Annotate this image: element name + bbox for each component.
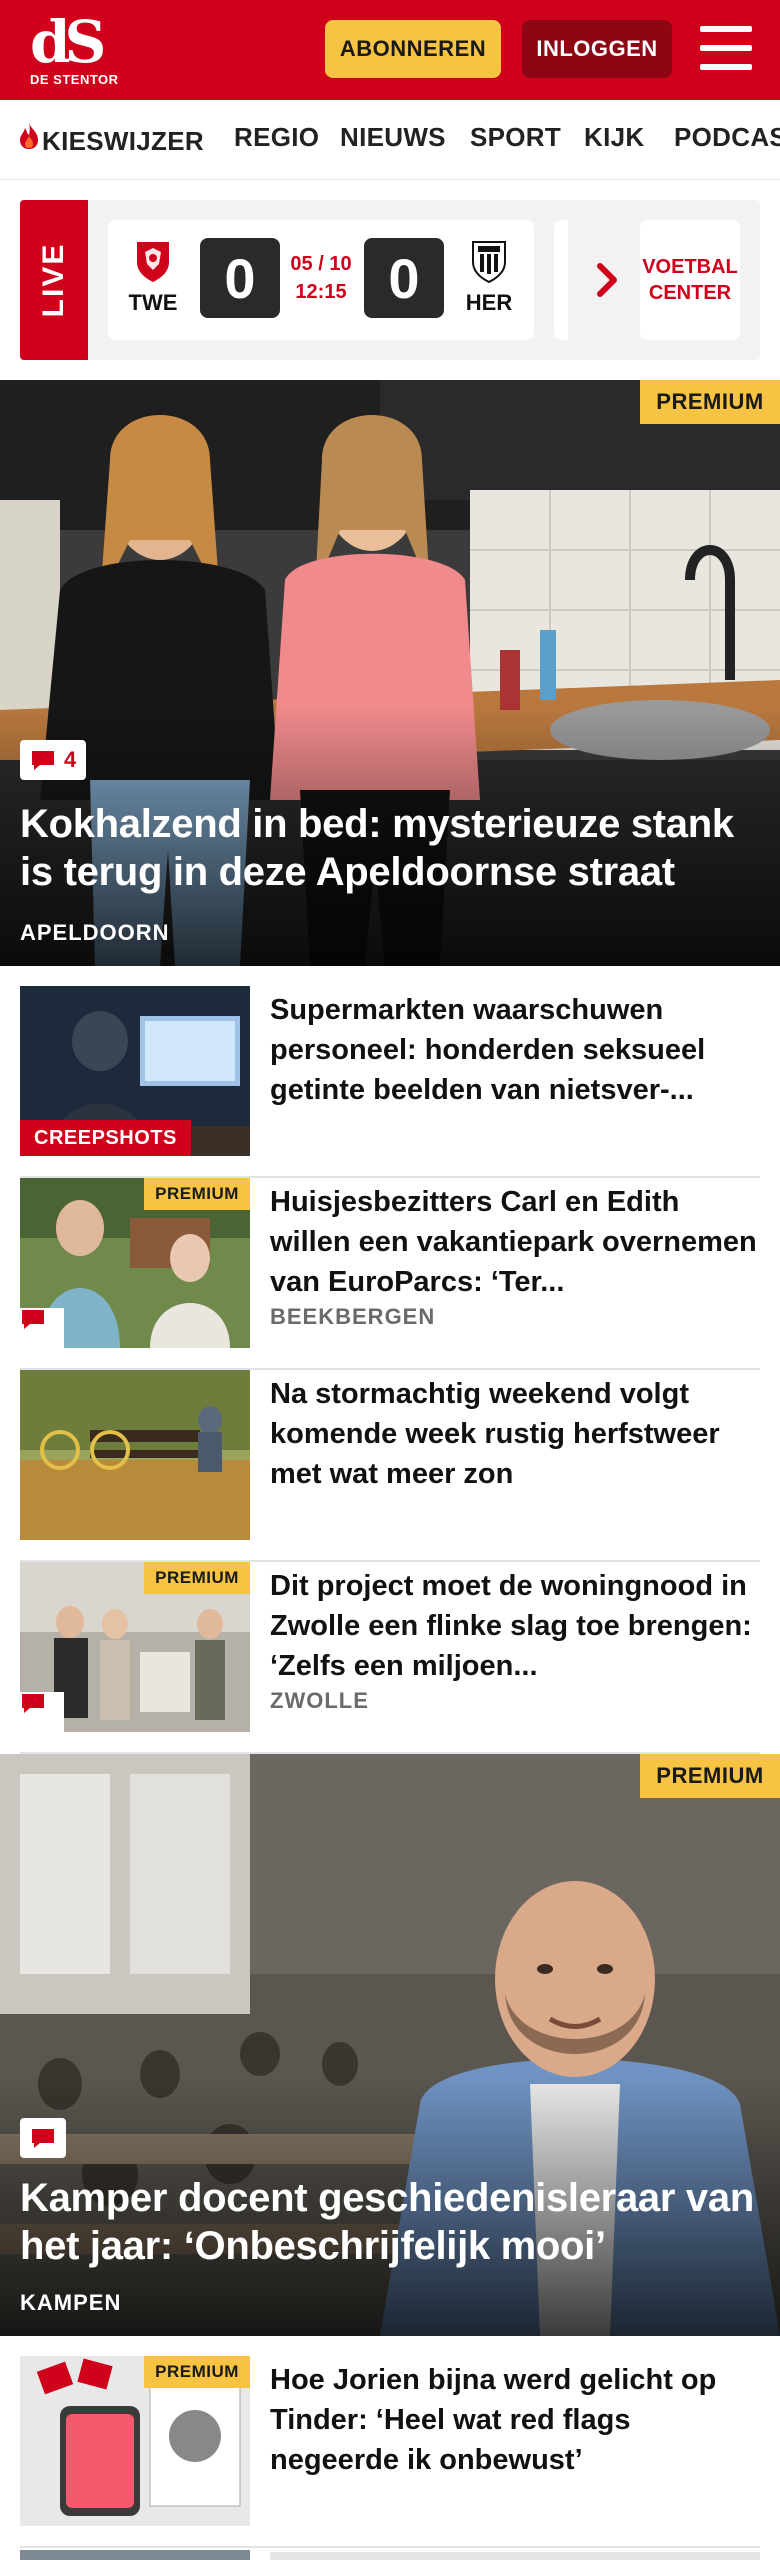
flame-icon [18, 122, 40, 157]
match-time: 12:15 [295, 281, 347, 303]
nav-item-kieswijzer[interactable]: KIESWIJZER [18, 122, 204, 157]
comment-icon [32, 751, 54, 770]
article-thumbnail [20, 1370, 250, 1540]
next-match-card[interactable] [554, 220, 568, 340]
home-team: TWE [118, 238, 188, 316]
article-title[interactable]: Huisjesbezitters Carl en Edith willen ee… [270, 1182, 760, 1302]
twente-crest-icon [133, 238, 173, 284]
chevron-right-icon[interactable] [588, 256, 628, 304]
comment-count-badge[interactable]: 4 [20, 740, 87, 780]
premium-badge: PREMIUM [144, 1178, 250, 1210]
article-thumbnail: CREEPSHOTS [20, 986, 250, 1156]
comment-count: 4 [64, 747, 77, 772]
hero-location: KAMPEN [20, 2290, 122, 2315]
article-title[interactable]: Supermarkten waarschuwen personeel: hond… [270, 990, 760, 1110]
hero-article-1[interactable]: PREMIUM 4 Kokhalzend in bed: mysterieuze… [0, 380, 780, 966]
heracles-crest-icon [469, 238, 509, 284]
nav-item-sport[interactable]: SPORT [470, 122, 561, 153]
site-header: dS DE STENTOR ABONNEREN INLOGGEN [0, 0, 780, 100]
nav-item-kijk[interactable]: KIJK [584, 122, 644, 153]
hero-headline[interactable]: Kokhalzend in bed: mysterieuze stank is … [20, 800, 760, 896]
article-thumbnail: PREMIUM [20, 1562, 250, 1732]
list-item[interactable]: PREMIUM Huisjesbezitters Carl en Edith w… [20, 1178, 760, 1370]
away-team-code: HER [465, 290, 513, 315]
list-item[interactable]: PREMIUM Hoe Jorien bijna werd gelicht op… [20, 2356, 760, 2548]
article-title[interactable]: Dit project moet de woningnood in Zwolle… [270, 1566, 760, 1686]
nav-item-podcasts[interactable]: PODCAS [674, 122, 780, 153]
hero-location: APELDOORN [20, 920, 170, 945]
comment-icon[interactable] [20, 1308, 64, 1348]
nav-item-regio[interactable]: REGIO [234, 122, 319, 153]
comment-icon[interactable] [20, 2118, 66, 2158]
match-date: 05 / 10 [290, 253, 352, 275]
premium-badge: PREMIUM [144, 1562, 250, 1594]
login-button[interactable]: INLOGGEN [522, 20, 672, 78]
subscribe-button[interactable]: ABONNEREN [325, 20, 501, 78]
away-score: 0 [364, 238, 444, 318]
article-title[interactable]: Hoe Jorien bijna werd gelicht op Tinder:… [270, 2360, 760, 2480]
comment-icon[interactable] [20, 1692, 64, 1732]
list-item[interactable]: CREEPSHOTS Supermarkten waarschuwen pers… [20, 986, 760, 1178]
live-label: LIVE [20, 200, 88, 360]
premium-badge: PREMIUM [640, 380, 780, 424]
hero-headline[interactable]: Kamper docent geschiedenisleraar van het… [20, 2174, 760, 2270]
premium-badge: PREMIUM [144, 2356, 250, 2388]
home-team-code: TWE [128, 290, 178, 315]
premium-badge: PREMIUM [640, 1754, 780, 1798]
article-location: ZWOLLE [270, 1688, 369, 1713]
away-team: HER [454, 238, 524, 316]
hamburger-menu-icon[interactable] [700, 24, 752, 72]
creepshots-tag[interactable]: CREEPSHOTS [20, 1120, 191, 1156]
live-scores-bar: LIVE TWE 0 05 / 10 12:15 0 HER VOETBAL C… [20, 200, 760, 360]
match-datetime: 05 / 10 12:15 [286, 250, 356, 306]
article-title[interactable]: Na stormachtig weekend volgt komende wee… [270, 1374, 760, 1494]
logo-mark: dS [30, 8, 106, 76]
home-score: 0 [200, 238, 280, 318]
voetbal-center-button[interactable]: VOETBAL CENTER [640, 220, 740, 340]
article-thumbnail: PREMIUM [20, 2356, 250, 2526]
nav-item-nieuws[interactable]: NIEUWS [340, 122, 446, 153]
list-item[interactable]: Na stormachtig weekend volgt komende wee… [20, 1370, 760, 1562]
next-article-thumbnail[interactable] [20, 2550, 250, 2560]
article-location: BEEKBERGEN [270, 1304, 436, 1329]
site-logo[interactable]: dS DE STENTOR [22, 12, 142, 92]
main-nav: KIESWIJZER REGIO NIEUWS SPORT KIJK PODCA… [0, 100, 780, 180]
nav-label: KIESWIJZER [42, 126, 204, 156]
list-item[interactable]: PREMIUM Dit project moet de woningnood i… [20, 1562, 760, 1754]
next-article-title[interactable] [270, 2552, 760, 2560]
hero-article-2[interactable]: PREMIUM Kamper docent geschiedenisleraar… [0, 1754, 780, 2336]
match-card[interactable]: TWE 0 05 / 10 12:15 0 HER [108, 220, 534, 340]
article-thumbnail: PREMIUM [20, 1178, 250, 1348]
logo-subtitle: DE STENTOR [30, 72, 119, 87]
